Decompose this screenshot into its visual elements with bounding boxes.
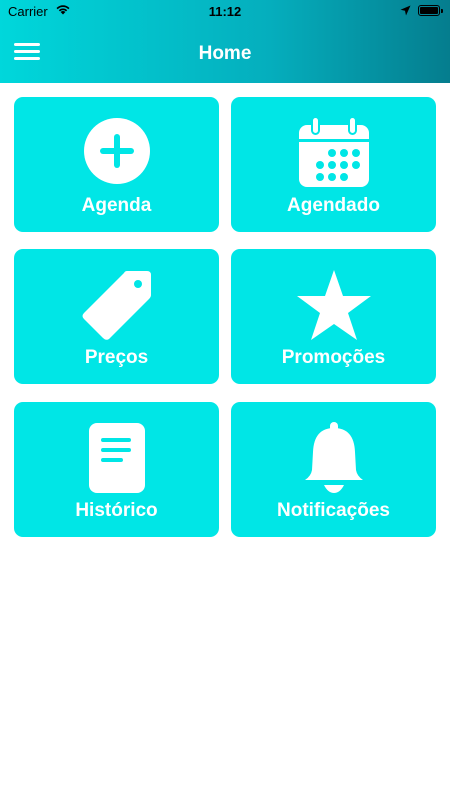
status-bar: Carrier 11:12: [0, 0, 450, 22]
tile-label: Histórico: [75, 500, 158, 521]
status-time: 11:12: [208, 4, 242, 19]
tile-agendado[interactable]: Agendado: [231, 97, 436, 232]
tile-precos[interactable]: Preços: [14, 249, 219, 384]
tile-label: Promoções: [281, 347, 386, 368]
tile-historico[interactable]: Histórico: [14, 402, 219, 537]
tile-label: Agenda: [81, 195, 152, 216]
location-arrow-icon: [400, 5, 411, 16]
bell-icon: [304, 422, 363, 493]
plus-circle-icon: [83, 118, 150, 184]
calendar-icon: [298, 117, 369, 187]
price-tag-icon: [82, 271, 151, 340]
document-icon: [88, 423, 145, 493]
tile-label: Notificações: [277, 500, 390, 521]
tile-promocoes[interactable]: Promoções: [231, 249, 436, 384]
tile-label: Agendado: [287, 195, 380, 216]
tile-notificacoes[interactable]: Notificações: [231, 402, 436, 537]
star-icon: [296, 270, 371, 340]
tile-agenda[interactable]: Agenda: [14, 97, 219, 232]
tile-label: Preços: [84, 347, 149, 368]
battery-icon: [418, 5, 443, 16]
page-title: Home: [198, 43, 252, 64]
